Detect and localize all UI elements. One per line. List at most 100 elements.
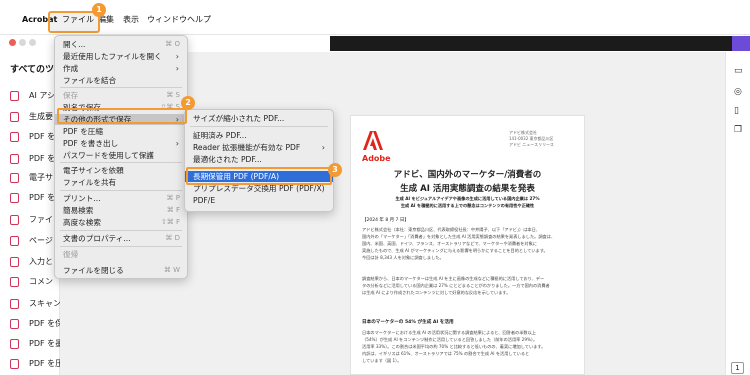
file-menu-item: 保存 ⌘ S bbox=[55, 90, 187, 101]
menu-help[interactable]: ヘルプ bbox=[187, 13, 211, 27]
sidebar-tool-icon bbox=[10, 339, 19, 349]
menu-item-label: パスワードを使用して保護 bbox=[63, 151, 154, 160]
sidebar-item-label[interactable]: 入力と bbox=[29, 256, 53, 267]
ai-assistant-icon[interactable] bbox=[732, 36, 750, 51]
sidebar-item-label[interactable]: AI アシ bbox=[29, 90, 55, 101]
menu-item-label: 最適化された PDF... bbox=[193, 155, 262, 164]
doc-text-line: 調査結果から、日本のマーケターは生成 AI を主に画像の生成などに積極的に活用し… bbox=[362, 276, 545, 281]
right-toolbar bbox=[725, 52, 750, 375]
sidebar-tool-icon bbox=[10, 132, 19, 142]
doc-text-line: タの分析などに活用している国内企業は 27% にとどまることがわかりました。一方… bbox=[362, 283, 550, 288]
sidebar-tool-icon bbox=[10, 319, 19, 329]
menu-view[interactable]: 表示 bbox=[123, 13, 139, 27]
menu-shortcut: ⌘ S bbox=[166, 91, 180, 99]
chevron-right-icon: › bbox=[175, 139, 179, 148]
file-menu-item[interactable]: 簡易検索 ⌘ F bbox=[55, 205, 187, 216]
file-menu-item[interactable]: 最近使用したファイルを開く › bbox=[55, 51, 187, 62]
file-menu-item[interactable]: ファイルを結合 bbox=[55, 75, 187, 86]
menu-window[interactable]: ウィンドウ bbox=[147, 13, 187, 27]
doc-text-line: アドビ株式会社（本社：東京都品川区、代表取締役社長：中井陽子、以下「アドビ」）は… bbox=[362, 227, 540, 232]
menu-separator bbox=[60, 190, 182, 191]
adobe-logo-icon bbox=[362, 129, 384, 151]
sidebar-item-label[interactable]: ページ bbox=[29, 235, 53, 246]
menu-item-label: Reader 拡張機能が有効な PDF bbox=[193, 143, 301, 152]
pages-icon[interactable]: ❐ bbox=[734, 125, 742, 135]
sidebar-tool-icon bbox=[10, 299, 19, 309]
document-page[interactable]: Adobe アドビ株式会社 141-0032 東京都品川区 アドビ ニュースリリ… bbox=[350, 115, 585, 375]
menu-shortcut: ⌘ D bbox=[165, 234, 180, 242]
file-menu-item[interactable]: 文書のプロパティ... ⌘ D bbox=[55, 233, 187, 244]
sidebar-tool-icon bbox=[10, 236, 19, 246]
sidebar-tool-icon bbox=[10, 215, 19, 225]
file-menu-item[interactable]: パスワードを使用して保護 bbox=[55, 150, 187, 161]
sidebar-tool-icon bbox=[10, 359, 19, 369]
sidebar-item-label[interactable]: PDF を bbox=[29, 153, 55, 164]
doc-text-line: （54%）が生成 AI をコンテンツ制作に活用していると回答しました（前年の活用… bbox=[362, 337, 538, 342]
menu-separator bbox=[60, 87, 182, 88]
doc-subtitle-1: 生成 AI をビジュアルアイデアや画像の生成に活用している国内企業は 27% bbox=[395, 196, 540, 201]
file-menu-item[interactable]: 電子サインを依頼 bbox=[55, 165, 187, 176]
adobe-logo-text: Adobe bbox=[362, 154, 391, 163]
sidebar-tool-icon bbox=[10, 257, 19, 267]
file-menu-item[interactable]: PDF を圧縮 bbox=[55, 126, 187, 137]
menu-separator bbox=[60, 162, 182, 163]
menu-separator bbox=[190, 126, 328, 127]
file-menu-item[interactable]: PDF を書き出し › bbox=[55, 138, 187, 149]
zoom-window-icon[interactable] bbox=[29, 39, 36, 46]
file-menu-highlight bbox=[48, 11, 100, 33]
save-as-menu-item[interactable]: Reader 拡張機能が有効な PDF › bbox=[185, 142, 333, 153]
file-menu-item[interactable]: ファイルを共有 bbox=[55, 177, 187, 188]
sidebar-item-label[interactable]: コメン bbox=[29, 276, 53, 287]
sidebar-item-label[interactable]: 生成要 bbox=[29, 111, 53, 122]
sidebar-item-label[interactable]: PDF を bbox=[29, 131, 55, 142]
menu-item-label: サイズが縮小された PDF... bbox=[193, 114, 285, 123]
doc-text-line: 国内外の「マーケター」「消費者」を対象とした生成 AI 活用実態調査の結果を発表… bbox=[362, 234, 556, 239]
save-as-menu-item[interactable]: サイズが縮小された PDF... bbox=[185, 113, 333, 124]
menu-item-label: 簡易検索 bbox=[63, 206, 94, 215]
sidebar-tool-icon bbox=[10, 91, 19, 101]
comment-icon[interactable]: ▭ bbox=[734, 66, 743, 76]
sidebar-item-label[interactable]: PDF を bbox=[29, 192, 55, 203]
sidebar-tool-icon bbox=[10, 277, 19, 287]
file-menu-item[interactable]: ファイルを閉じる ⌘ W bbox=[55, 265, 187, 276]
page-number-indicator[interactable]: 1 bbox=[731, 362, 744, 374]
file-menu-item[interactable]: 高度な検索 ⇧⌘ F bbox=[55, 217, 187, 228]
doc-text-line: 実施したもので、生成 AI がマーケティングに与える影響を明らかにすることを目的… bbox=[362, 248, 548, 253]
file-menu-item[interactable]: 開く... ⌘ O bbox=[55, 39, 187, 50]
menu-bar: Acrobat ファイル 編集 表示 ウィンドウ ヘルプ bbox=[0, 0, 750, 35]
menu-item-label: PDF を圧縮 bbox=[63, 127, 103, 136]
close-window-icon[interactable] bbox=[9, 39, 16, 46]
save-as-menu-item[interactable]: 最適化された PDF... bbox=[185, 154, 333, 165]
menu-item-label: プリント... bbox=[63, 194, 101, 203]
sidebar-item-label[interactable]: ファイ bbox=[29, 214, 53, 225]
save-as-menu-item[interactable]: 証明済み PDF... bbox=[185, 130, 333, 141]
menu-item-label: 電子サインを依頼 bbox=[63, 166, 124, 175]
callout-1: 1 bbox=[92, 3, 106, 17]
menu-item-label: 文書のプロパティ... bbox=[63, 234, 131, 243]
file-menu-item[interactable]: プリント... ⌘ P bbox=[55, 193, 187, 204]
toolbar-strip bbox=[330, 36, 750, 51]
callout-2: 2 bbox=[181, 96, 195, 110]
highlight-pdfa bbox=[186, 167, 332, 185]
save-as-menu-item[interactable]: PDF/E bbox=[185, 195, 333, 206]
doc-subtitle-2: 生成 AI を積極的に活用する上での懸念はコンテンツの有用性や正確性 bbox=[400, 203, 535, 208]
menu-item-label: PDF/E bbox=[193, 196, 216, 205]
bookmark-icon[interactable]: ▯ bbox=[734, 106, 739, 116]
doc-text-line: は生成 AI により作成されたコンテンツに対して好意的な反応を示しています。 bbox=[362, 290, 511, 295]
doc-text-line: 活用率 33%）。この割合は米国平均の約 70% と比較すると低いものの、着実に… bbox=[362, 344, 546, 349]
file-menu-item[interactable]: 作成 › bbox=[55, 63, 187, 74]
sidebar-item-label[interactable]: 電子サ bbox=[29, 172, 53, 183]
chevron-right-icon: › bbox=[321, 143, 325, 152]
doc-title-1: アドビ、国内外のマーケター/消費者の bbox=[393, 170, 542, 180]
doc-date: 【2024 年 8 月 7 日】 bbox=[362, 218, 409, 223]
search-icon[interactable]: ◎ bbox=[734, 87, 742, 97]
menu-shortcut: ⇧⌘ F bbox=[160, 218, 180, 226]
file-menu-item: 復帰 bbox=[55, 249, 187, 260]
doc-section-heading: 日本のマーケターの 54% が生成 AI を活用 bbox=[362, 320, 454, 325]
menu-separator bbox=[60, 230, 182, 231]
sidebar-tool-icon bbox=[10, 173, 19, 183]
highlight-save-as-other bbox=[57, 108, 187, 124]
callout-3: 3 bbox=[328, 163, 342, 177]
sidebar-tool-icon bbox=[10, 154, 19, 164]
minimize-window-icon[interactable] bbox=[19, 39, 26, 46]
